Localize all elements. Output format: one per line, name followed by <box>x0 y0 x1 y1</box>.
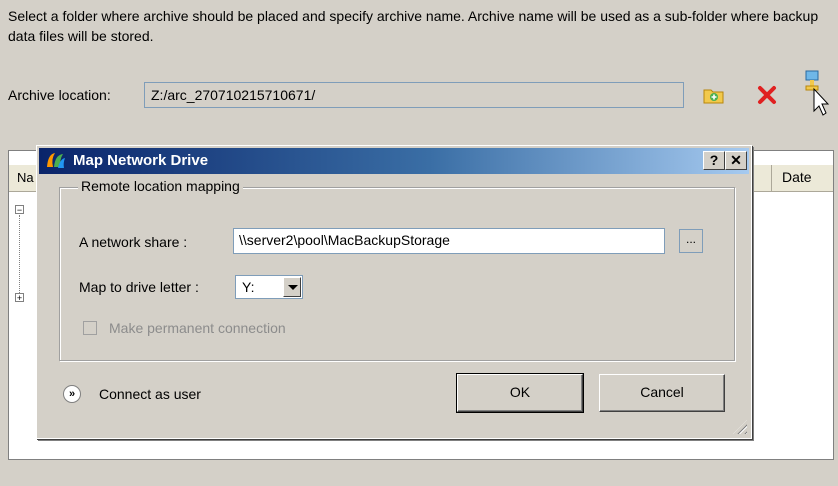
network-share-input[interactable]: \\server2\pool\MacBackupStorage <box>233 228 665 254</box>
drive-letter-label: Map to drive letter : <box>79 279 199 295</box>
expand-chevron-icon[interactable]: » <box>63 385 81 403</box>
network-drive-app-icon <box>45 151 67 175</box>
permanent-connection-checkbox[interactable] <box>83 321 97 335</box>
column-header-name[interactable]: Na <box>17 170 34 185</box>
chevron-down-icon[interactable] <box>283 277 301 297</box>
dialog-title: Map Network Drive <box>73 152 209 169</box>
ok-button[interactable]: OK <box>456 373 584 413</box>
cancel-button[interactable]: Cancel <box>599 374 725 412</box>
instructions-text: Select a folder where archive should be … <box>8 8 819 44</box>
browse-button[interactable]: ... <box>679 229 703 253</box>
map-network-drive-icon[interactable] <box>800 70 830 116</box>
help-button[interactable]: ? <box>703 151 725 170</box>
permanent-connection-label: Make permanent connection <box>109 320 286 336</box>
tree-line <box>19 215 21 293</box>
close-button[interactable]: ✕ <box>725 151 747 170</box>
archive-location-label: Archive location: <box>8 87 111 103</box>
delete-icon[interactable] <box>752 80 782 110</box>
archive-location-input[interactable]: Z:/arc_270710215710671/ <box>144 82 684 108</box>
dialog-titlebar[interactable]: Map Network Drive ? ✕ <box>39 148 749 174</box>
network-share-label: A network share : <box>79 234 188 250</box>
drive-letter-value: Y: <box>242 279 255 295</box>
tree-expand-toggle[interactable]: + <box>15 293 24 303</box>
group-title: Remote location mapping <box>78 178 243 194</box>
resize-grip-icon[interactable] <box>733 420 747 434</box>
column-header-date[interactable]: Date <box>771 165 833 191</box>
new-folder-icon[interactable] <box>699 80 729 110</box>
map-network-drive-dialog: Map Network Drive ? ✕ Remote location ma… <box>36 145 752 439</box>
connect-as-user-link[interactable]: Connect as user <box>99 386 201 402</box>
tree-collapse-toggle[interactable]: − <box>15 205 24 215</box>
drive-letter-select[interactable]: Y: <box>235 275 303 299</box>
